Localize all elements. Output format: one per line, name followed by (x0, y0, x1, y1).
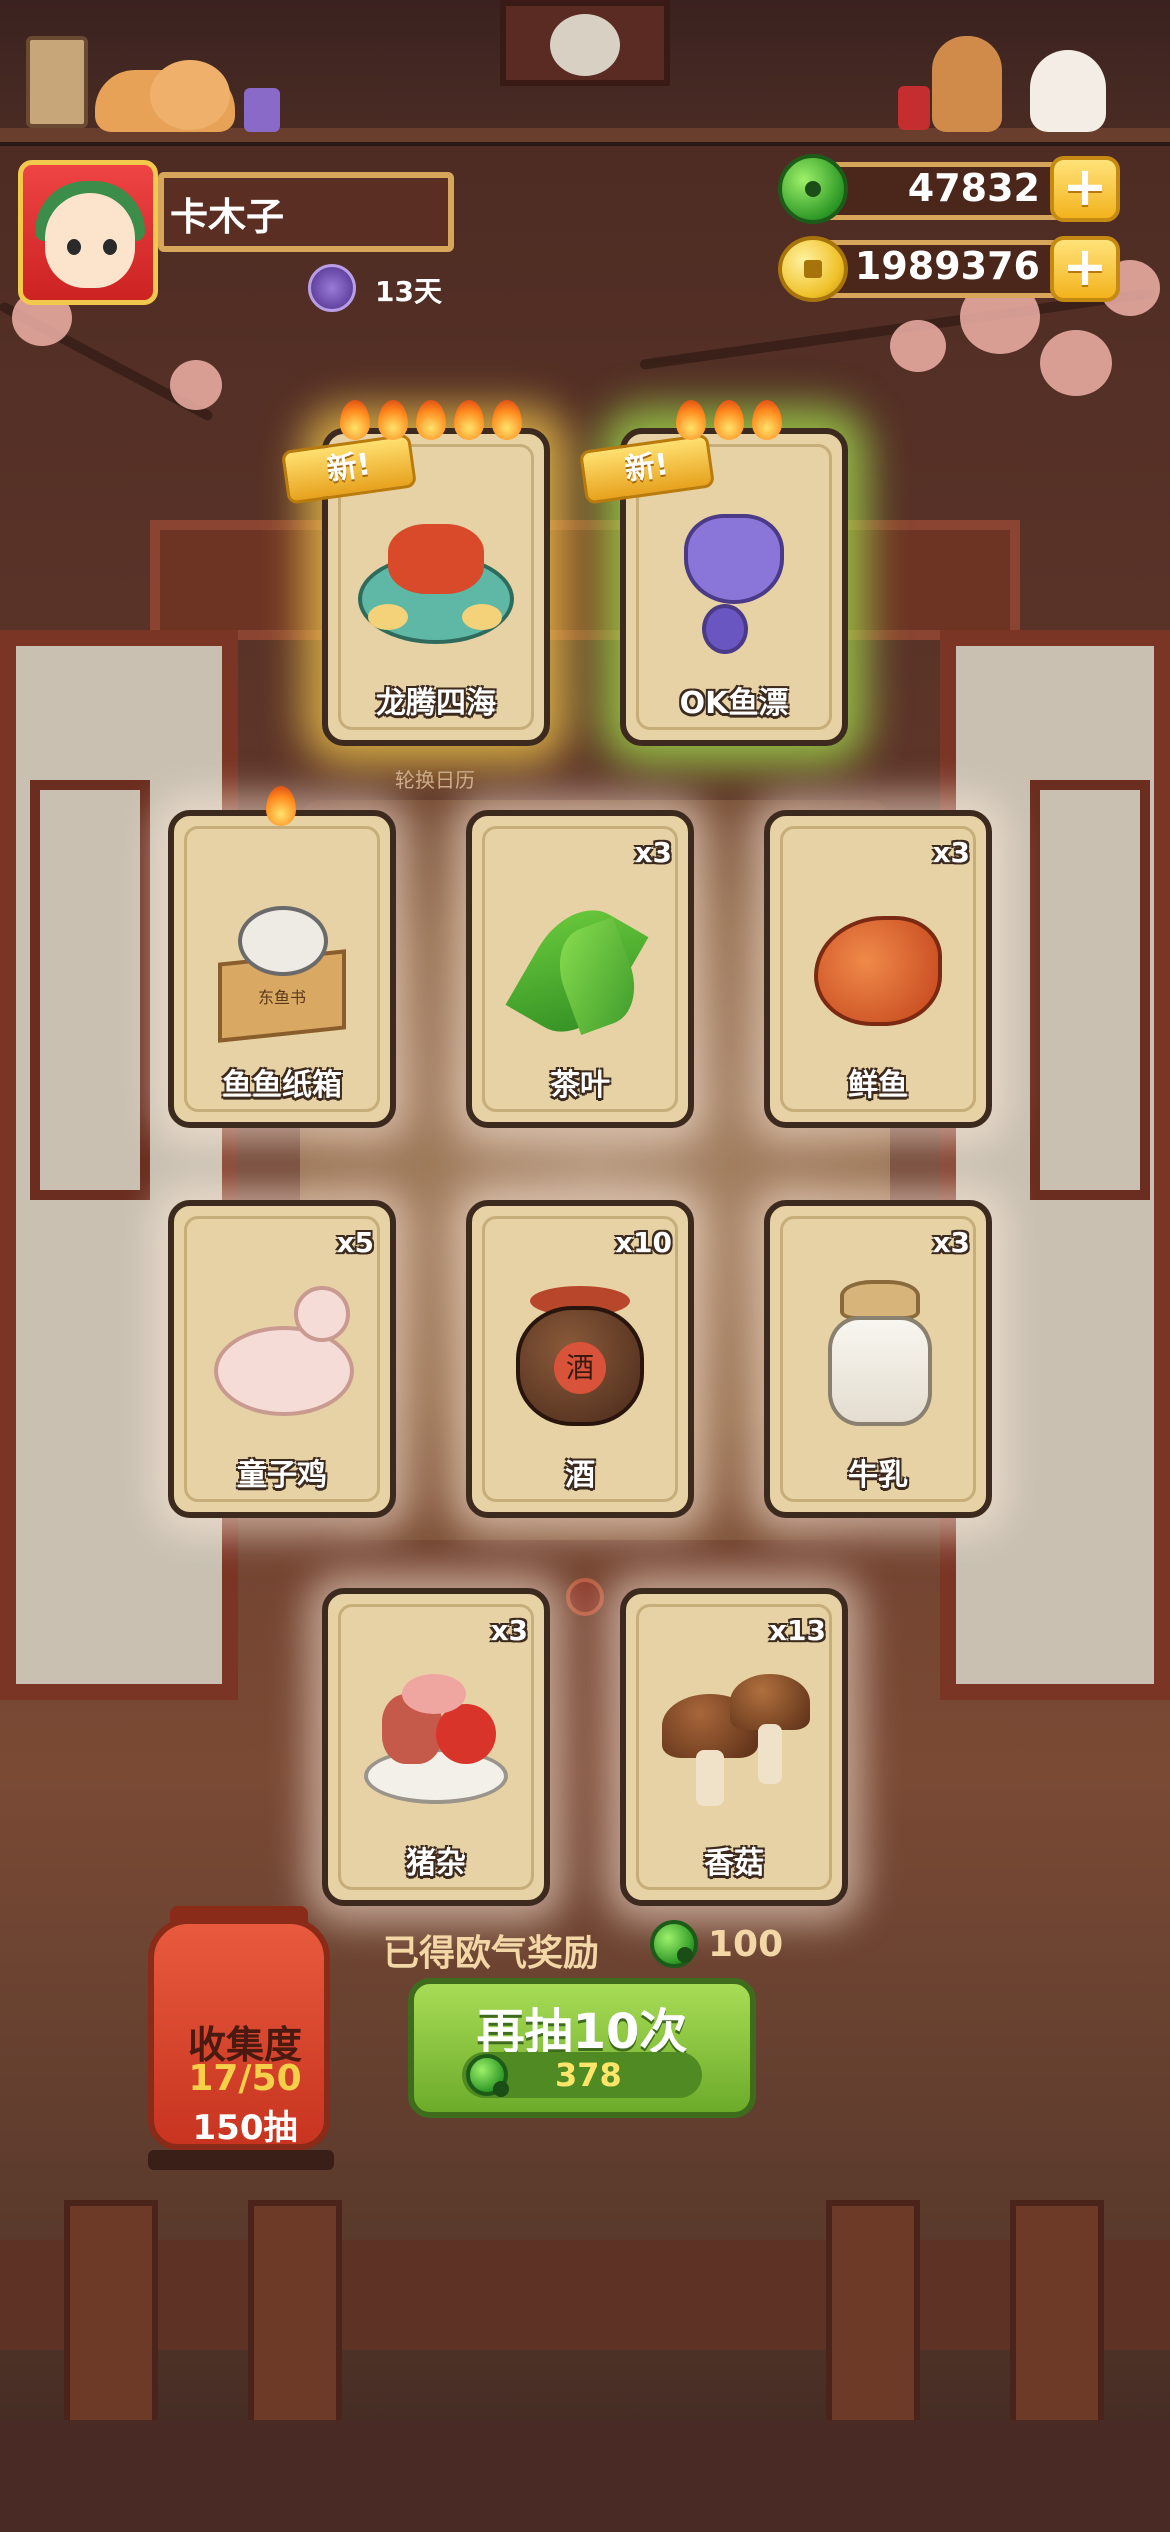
flame-icon (752, 400, 782, 440)
reward-amount: 100 (708, 1924, 784, 1965)
card-pork-offal[interactable]: x3 猪杂 (322, 1588, 550, 1906)
reward-jade-icon (650, 1920, 698, 1968)
card-quantity: x3 (490, 1614, 528, 1647)
featured-card-ok-bobber[interactable]: OK鱼漂 新! (578, 428, 848, 746)
left-lattice (30, 780, 150, 1200)
avatar-eye (103, 239, 117, 255)
cost-jade-icon (466, 2054, 509, 2097)
add-jade-button[interactable]: + (1050, 156, 1120, 222)
pork-offal-art (358, 1654, 514, 1824)
wine-jar-art: 酒 (502, 1266, 658, 1436)
fresh-fish-art (800, 876, 956, 1046)
floor-rail (0, 2240, 1170, 2350)
rail-post (64, 2200, 158, 2430)
days-icon (308, 264, 356, 312)
portrait-cat (550, 14, 620, 76)
jar-text: 酒 (554, 1342, 606, 1394)
scroll-decoration (26, 36, 88, 128)
flame-icon (416, 400, 446, 440)
rail-post (1010, 2200, 1104, 2430)
cat-head-decoration (150, 60, 230, 130)
fish-box-art: 东鱼书 (204, 876, 360, 1046)
player-avatar[interactable] (18, 160, 158, 305)
tea-leaf-art (502, 876, 658, 1050)
white-cat-figure (1030, 50, 1106, 132)
card-fresh-fish[interactable]: x3 鲜鱼 (764, 810, 992, 1128)
card-label: 鱼鱼纸箱 (222, 1068, 342, 1103)
card-spring-chicken[interactable]: x5 童子鸡 (168, 1200, 396, 1518)
featured-card-dragon-feast[interactable]: 龙腾四海 新! (280, 428, 550, 746)
card-tea-leaf[interactable]: x3 茶叶 (466, 810, 694, 1128)
card-label: 茶叶 (550, 1068, 610, 1103)
card-label: 牛乳 (848, 1458, 908, 1493)
coin-amount: 1989376 (854, 244, 1040, 288)
rail-post (826, 2200, 920, 2430)
card-label: 香菇 (704, 1846, 764, 1881)
bobber-hand-art (656, 494, 812, 664)
flame-icon (340, 400, 370, 440)
milk-jar-art (800, 1266, 956, 1436)
mushroom-art (656, 1654, 812, 1824)
card-label: 鲜鱼 (848, 1068, 908, 1103)
compass-ornament (566, 1578, 604, 1616)
jar-decoration (244, 88, 280, 132)
card-wine[interactable]: 酒 x10 酒 (466, 1200, 694, 1518)
card-milk[interactable]: x3 牛乳 (764, 1200, 992, 1518)
card-label: 猪杂 (406, 1846, 466, 1881)
card-quantity: x13 (768, 1614, 826, 1647)
card-quantity: x5 (336, 1226, 374, 1259)
flame-icon (454, 400, 484, 440)
card-label: 童子鸡 (237, 1458, 327, 1493)
blossom (890, 320, 946, 372)
card-quantity: x3 (932, 1226, 970, 1259)
reward-label: 已得欧气奖励 (383, 1933, 600, 1974)
card-label: 酒 (565, 1458, 595, 1493)
card-fish-box[interactable]: 东鱼书 鱼鱼纸箱 (168, 810, 396, 1128)
card-quantity: x3 (634, 836, 672, 869)
flame-icon (266, 786, 296, 826)
blossom (1040, 330, 1112, 396)
collection-lantern[interactable]: 收集度 17/50 150抽 (148, 1918, 330, 2150)
player-name: 卡木子 (170, 195, 285, 239)
wall-panel (150, 520, 1020, 640)
card-label: OK鱼漂 (679, 686, 789, 721)
floor (0, 2420, 1170, 2532)
box-text: 东鱼书 (257, 988, 306, 1007)
draw-cost: 378 (555, 2056, 622, 2094)
card-shiitake[interactable]: x13 香菇 (620, 1588, 848, 1906)
flame-icon (492, 400, 522, 440)
girl-figure (932, 36, 1002, 132)
seafood-platter-art (358, 494, 514, 664)
jar-decoration-red (898, 86, 930, 130)
flame-icon (676, 400, 706, 440)
login-days: 13天 (375, 275, 442, 308)
jade-amount: 47832 (907, 166, 1040, 210)
avatar-face (45, 193, 135, 288)
card-label: 龙腾四海 (376, 686, 496, 721)
right-lattice (1030, 780, 1150, 1200)
add-coin-button[interactable]: + (1050, 236, 1120, 302)
collection-progress: 17/50 (188, 2058, 302, 2099)
rail-post (248, 2200, 342, 2430)
calendar-label[interactable]: 轮换日历 (380, 764, 490, 793)
card-quantity: x3 (932, 836, 970, 869)
flame-icon (714, 400, 744, 440)
blossom (170, 360, 222, 410)
card-quantity: x10 (614, 1226, 672, 1259)
avatar-eye (67, 239, 81, 255)
lantern-stand (148, 2150, 334, 2170)
flame-icon (378, 400, 408, 440)
collection-draws: 150抽 (192, 2108, 298, 2148)
chicken-art (204, 1266, 360, 1436)
